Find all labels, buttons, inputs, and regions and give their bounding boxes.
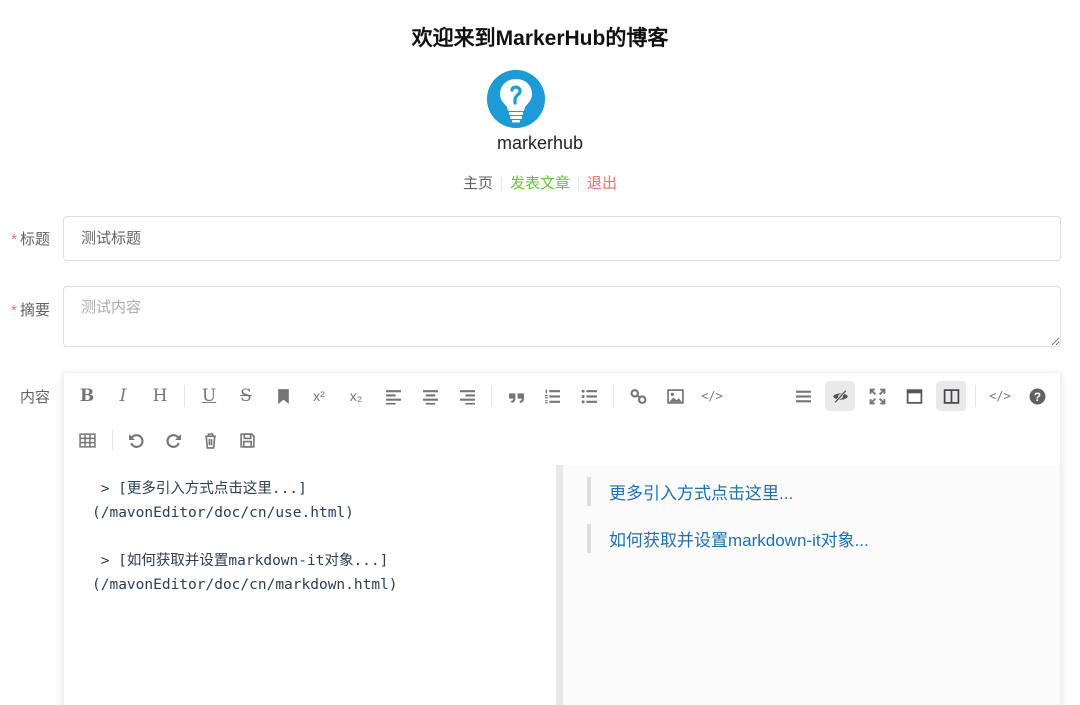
- summary-label: * 摘要: [0, 299, 50, 320]
- html-code-button[interactable]: </>: [985, 381, 1015, 411]
- ordered-list-button[interactable]: [537, 381, 567, 411]
- quote-button[interactable]: [501, 381, 531, 411]
- nav-links: 主页 发表文章 退出: [0, 172, 1080, 193]
- content-label: 内容: [19, 389, 50, 406]
- title-input[interactable]: 测试标题: [63, 216, 1061, 261]
- toolbar-divider: [975, 385, 976, 407]
- site-title: 欢迎来到MarkerHub的博客: [411, 27, 669, 50]
- align-right-icon: [459, 389, 475, 405]
- markdown-editor: B I H U S x² x₂ </> </> ? > [更多引入方式点击这里.…: [63, 372, 1061, 705]
- username: markerhub: [496, 133, 584, 153]
- trash-icon: [204, 432, 216, 449]
- title-label-text: 标题: [19, 231, 50, 248]
- undo-icon: [128, 433, 144, 448]
- preview-blockquote: 更多引入方式点击这里...: [587, 477, 1036, 506]
- superscript-button[interactable]: x²: [304, 381, 334, 411]
- fullscreen-icon: [869, 388, 885, 404]
- lightbulb-icon: [487, 70, 545, 128]
- redo-icon: [165, 433, 181, 448]
- ordered-list-icon: [544, 389, 560, 403]
- fullscreen-button[interactable]: [862, 381, 892, 411]
- toolbar-divider: [112, 429, 113, 451]
- markdown-preview: 更多引入方式点击这里... 如何获取并设置markdown-it对象...: [563, 465, 1060, 705]
- eye-slash-icon: [832, 389, 848, 403]
- italic-button[interactable]: I: [108, 381, 138, 411]
- help-icon: ?: [1029, 388, 1045, 404]
- help-button[interactable]: ?: [1022, 381, 1052, 411]
- redo-button[interactable]: [158, 425, 188, 455]
- preview-toggle-button[interactable]: [825, 381, 855, 411]
- code-button[interactable]: </>: [697, 381, 727, 411]
- columns-icon: [943, 388, 959, 404]
- nav-logout-link[interactable]: 退出: [579, 175, 625, 192]
- link-button[interactable]: [623, 381, 653, 411]
- toolbar-divider: [184, 385, 185, 407]
- read-mode-button[interactable]: [899, 381, 929, 411]
- trash-button[interactable]: [195, 425, 225, 455]
- save-icon: [239, 432, 255, 448]
- align-right-button[interactable]: [452, 381, 482, 411]
- header-button[interactable]: H: [145, 381, 175, 411]
- subscript-button[interactable]: x₂: [341, 381, 371, 411]
- bold-button[interactable]: B: [72, 381, 102, 411]
- underline-button[interactable]: U: [194, 381, 224, 411]
- required-mark: *: [11, 302, 17, 319]
- align-left-button[interactable]: [378, 381, 408, 411]
- preview-link[interactable]: 更多引入方式点击这里...: [609, 484, 793, 503]
- preview-link[interactable]: 如何获取并设置markdown-it对象...: [609, 531, 869, 550]
- align-center-button[interactable]: [415, 381, 445, 411]
- navigation-button[interactable]: [788, 381, 818, 411]
- save-button[interactable]: [232, 425, 262, 455]
- summary-textarea[interactable]: [63, 286, 1061, 347]
- menu-icon: [795, 390, 811, 402]
- svg-text:?: ?: [1033, 390, 1040, 403]
- nav-home-link[interactable]: 主页: [455, 175, 501, 192]
- toolbar-divider: [491, 385, 492, 407]
- window-icon: [906, 388, 922, 404]
- summary-label-text: 摘要: [19, 302, 50, 319]
- unordered-list-button[interactable]: [574, 381, 604, 411]
- image-button[interactable]: [660, 381, 690, 411]
- image-icon: [666, 388, 684, 404]
- markdown-edit-area[interactable]: > [更多引入方式点击这里...] (/mavonEditor/doc/cn/u…: [64, 465, 556, 705]
- table-icon: [78, 432, 96, 448]
- preview-blockquote: 如何获取并设置markdown-it对象...: [587, 524, 1036, 553]
- nav-post-link[interactable]: 发表文章: [502, 175, 578, 192]
- link-icon: [630, 388, 646, 404]
- toolbar-divider: [613, 385, 614, 407]
- pane-divider[interactable]: [556, 465, 563, 705]
- quote-icon: [508, 392, 524, 403]
- unordered-list-icon: [581, 389, 597, 403]
- avatar: [487, 70, 545, 128]
- align-center-icon: [422, 389, 438, 405]
- strikethrough-button[interactable]: S: [231, 381, 261, 411]
- title-label: * 标题: [0, 228, 50, 249]
- editor-toolbar: B I H U S x² x₂ </> </> ?: [64, 373, 1060, 465]
- undo-button[interactable]: [121, 425, 151, 455]
- align-left-icon: [385, 389, 401, 405]
- required-mark: *: [11, 231, 17, 248]
- mark-button[interactable]: [268, 381, 298, 411]
- table-button[interactable]: [72, 425, 102, 455]
- subfield-button[interactable]: [936, 381, 966, 411]
- bookmark-icon: [277, 388, 289, 404]
